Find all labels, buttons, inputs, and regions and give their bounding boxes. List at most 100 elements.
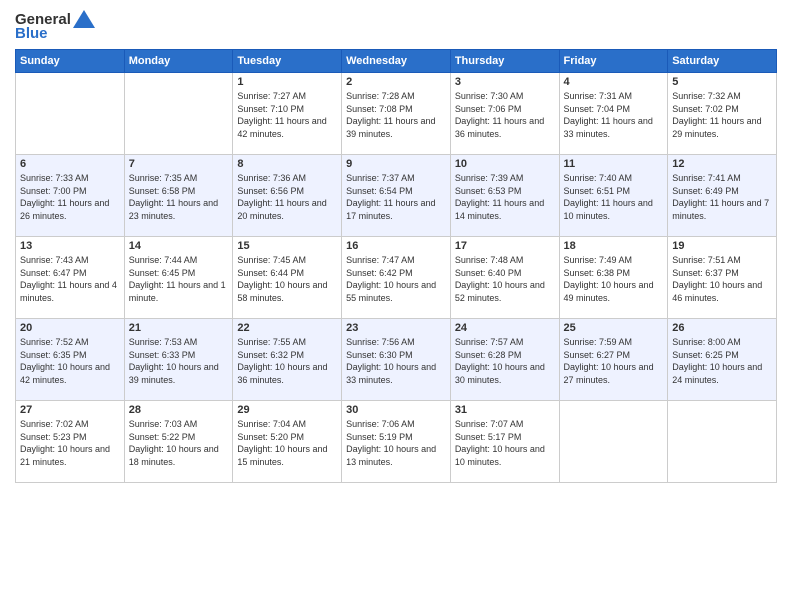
calendar-table: SundayMondayTuesdayWednesdayThursdayFrid… [15,49,777,483]
calendar-cell: 12Sunrise: 7:41 AMSunset: 6:49 PMDayligh… [668,155,777,237]
cell-content: Sunrise: 7:28 AMSunset: 7:08 PMDaylight:… [346,90,446,140]
col-header-saturday: Saturday [668,50,777,73]
cell-content: Sunrise: 7:45 AMSunset: 6:44 PMDaylight:… [237,254,337,304]
day-number: 16 [346,240,446,252]
cell-content: Sunrise: 7:59 AMSunset: 6:27 PMDaylight:… [564,336,664,386]
day-number: 18 [564,240,664,252]
cell-content: Sunrise: 7:56 AMSunset: 6:30 PMDaylight:… [346,336,446,386]
calendar-cell [124,73,233,155]
calendar-cell: 17Sunrise: 7:48 AMSunset: 6:40 PMDayligh… [450,237,559,319]
calendar-cell [668,401,777,483]
day-number: 17 [455,240,555,252]
cell-content: Sunrise: 7:36 AMSunset: 6:56 PMDaylight:… [237,172,337,222]
day-number: 24 [455,322,555,334]
calendar-cell: 10 Sunrise: 7:39 AMSunset: 6:53 PMDayligh… [450,155,559,237]
cell-content: Sunrise: 7:37 AMSunset: 6:54 PMDaylight:… [346,172,446,222]
page: General Blue SundayMondayTuesdayWednesda… [0,0,792,612]
calendar-cell: 3 Sunrise: 7:30 AMSunset: 7:06 PMDaylight… [450,73,559,155]
calendar-cell: 21 Sunrise: 7:53 AMSunset: 6:33 PMDayligh… [124,319,233,401]
calendar-cell [16,73,125,155]
day-number: 1 [237,76,337,88]
day-number: 22 [237,322,337,334]
day-number: 28 [129,404,229,416]
day-number: 6 [20,158,120,170]
cell-content: Sunrise: 7:55 AMSunset: 6:32 PMDaylight:… [237,336,337,386]
day-number: 21 [129,322,229,334]
day-number: 2 [346,76,446,88]
week-row-5: 27 Sunrise: 7:02 AMSunset: 5:23 PMDayligh… [16,401,777,483]
col-header-monday: Monday [124,50,233,73]
week-row-1: 1 Sunrise: 7:27 AMSunset: 7:10 PMDaylight… [16,73,777,155]
day-number: 4 [564,76,664,88]
calendar-cell: 6 Sunrise: 7:33 AMSunset: 7:00 PMDaylight… [16,155,125,237]
week-row-2: 6 Sunrise: 7:33 AMSunset: 7:00 PMDaylight… [16,155,777,237]
week-row-3: 13 Sunrise: 7:43 AMSunset: 6:47 PMDayligh… [16,237,777,319]
cell-content: Sunrise: 7:49 AMSunset: 6:38 PMDaylight:… [564,254,664,304]
col-header-friday: Friday [559,50,668,73]
cell-content: Sunrise: 7:44 AMSunset: 6:45 PMDaylight:… [129,254,229,304]
col-header-tuesday: Tuesday [233,50,342,73]
header-row: SundayMondayTuesdayWednesdayThursdayFrid… [16,50,777,73]
calendar-cell: 24 Sunrise: 7:57 AMSunset: 6:28 PMDayligh… [450,319,559,401]
calendar-cell: 29 Sunrise: 7:04 AMSunset: 5:20 PMDayligh… [233,401,342,483]
calendar-cell: 9 Sunrise: 7:37 AMSunset: 6:54 PMDaylight… [342,155,451,237]
cell-content: Sunrise: 7:31 AMSunset: 7:04 PMDaylight:… [564,90,664,140]
calendar-cell: 27 Sunrise: 7:02 AMSunset: 5:23 PMDayligh… [16,401,125,483]
cell-content: Sunrise: 7:33 AMSunset: 7:00 PMDaylight:… [20,172,120,222]
cell-content: Sunrise: 7:57 AMSunset: 6:28 PMDaylight:… [455,336,555,386]
calendar-cell: 31Sunrise: 7:07 AMSunset: 5:17 PMDayligh… [450,401,559,483]
cell-content: Sunrise: 7:41 AMSunset: 6:49 PMDaylight:… [672,172,772,222]
cell-content: Sunrise: 7:30 AMSunset: 7:06 PMDaylight:… [455,90,555,140]
day-number: 11 [564,158,664,170]
calendar-cell: 26 Sunrise: 8:00 AMSunset: 6:25 PMDayligh… [668,319,777,401]
day-number: 3 [455,76,555,88]
day-number: 8 [237,158,337,170]
day-number: 10 [455,158,555,170]
cell-content: Sunrise: 8:00 AMSunset: 6:25 PMDaylight:… [672,336,772,386]
cell-content: Sunrise: 7:02 AMSunset: 5:23 PMDaylight:… [20,418,120,468]
cell-content: Sunrise: 7:04 AMSunset: 5:20 PMDaylight:… [237,418,337,468]
cell-content: Sunrise: 7:43 AMSunset: 6:47 PMDaylight:… [20,254,120,304]
calendar-cell: 14 Sunrise: 7:44 AMSunset: 6:45 PMDayligh… [124,237,233,319]
day-number: 29 [237,404,337,416]
col-header-thursday: Thursday [450,50,559,73]
calendar-cell: 23Sunrise: 7:56 AMSunset: 6:30 PMDayligh… [342,319,451,401]
calendar-cell: 19 Sunrise: 7:51 AMSunset: 6:37 PMDayligh… [668,237,777,319]
day-number: 30 [346,404,446,416]
day-number: 25 [564,322,664,334]
calendar-cell: 1 Sunrise: 7:27 AMSunset: 7:10 PMDaylight… [233,73,342,155]
day-number: 13 [20,240,120,252]
week-row-4: 20Sunrise: 7:52 AMSunset: 6:35 PMDayligh… [16,319,777,401]
cell-content: Sunrise: 7:47 AMSunset: 6:42 PMDaylight:… [346,254,446,304]
cell-content: Sunrise: 7:39 AMSunset: 6:53 PMDaylight:… [455,172,555,222]
calendar-cell: 16 Sunrise: 7:47 AMSunset: 6:42 PMDayligh… [342,237,451,319]
logo: General Blue [15,10,95,41]
cell-content: Sunrise: 7:07 AMSunset: 5:17 PMDaylight:… [455,418,555,468]
cell-content: Sunrise: 7:03 AMSunset: 5:22 PMDaylight:… [129,418,229,468]
calendar-cell: 15Sunrise: 7:45 AMSunset: 6:44 PMDayligh… [233,237,342,319]
cell-content: Sunrise: 7:51 AMSunset: 6:37 PMDaylight:… [672,254,772,304]
day-number: 19 [672,240,772,252]
day-number: 20 [20,322,120,334]
col-header-wednesday: Wednesday [342,50,451,73]
cell-content: Sunrise: 7:35 AMSunset: 6:58 PMDaylight:… [129,172,229,222]
cell-content: Sunrise: 7:40 AMSunset: 6:51 PMDaylight:… [564,172,664,222]
day-number: 14 [129,240,229,252]
cell-content: Sunrise: 7:53 AMSunset: 6:33 PMDaylight:… [129,336,229,386]
cell-content: Sunrise: 7:06 AMSunset: 5:19 PMDaylight:… [346,418,446,468]
day-number: 27 [20,404,120,416]
calendar-cell: 11 Sunrise: 7:40 AMSunset: 6:51 PMDayligh… [559,155,668,237]
col-header-sunday: Sunday [16,50,125,73]
calendar-cell: 30 Sunrise: 7:06 AMSunset: 5:19 PMDayligh… [342,401,451,483]
cell-content: Sunrise: 7:32 AMSunset: 7:02 PMDaylight:… [672,90,772,140]
calendar-cell [559,401,668,483]
day-number: 9 [346,158,446,170]
logo-icon [73,10,95,28]
cell-content: Sunrise: 7:27 AMSunset: 7:10 PMDaylight:… [237,90,337,140]
calendar-cell: 5Sunrise: 7:32 AMSunset: 7:02 PMDaylight… [668,73,777,155]
calendar-cell: 25 Sunrise: 7:59 AMSunset: 6:27 PMDayligh… [559,319,668,401]
day-number: 26 [672,322,772,334]
calendar-cell: 7Sunrise: 7:35 AMSunset: 6:58 PMDaylight… [124,155,233,237]
header: General Blue [15,10,777,41]
calendar-cell: 18 Sunrise: 7:49 AMSunset: 6:38 PMDayligh… [559,237,668,319]
